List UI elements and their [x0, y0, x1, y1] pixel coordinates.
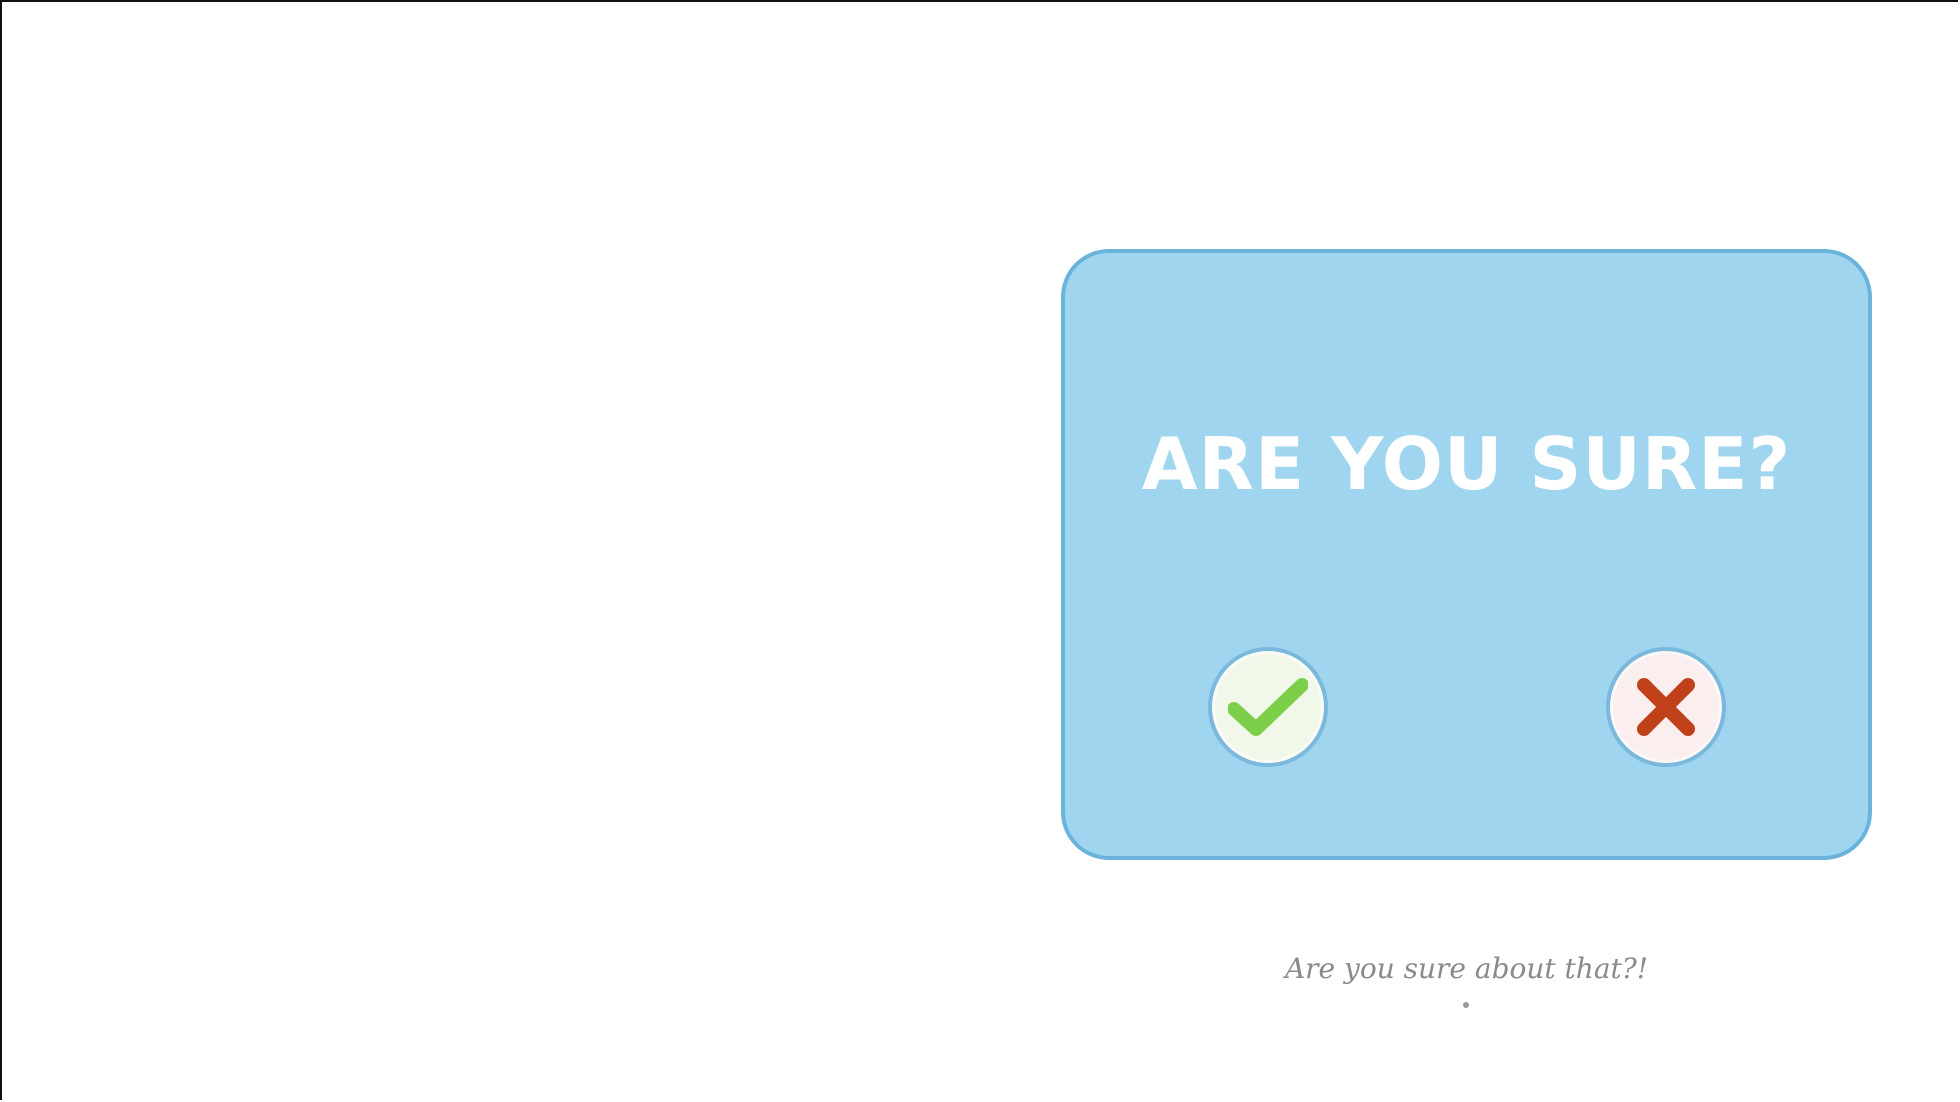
caption-dot	[1463, 1002, 1469, 1008]
confirm-button[interactable]	[1208, 647, 1328, 767]
caption-text: Are you sure about that?!	[1284, 952, 1649, 985]
check-icon	[1228, 678, 1308, 736]
x-icon	[1637, 678, 1695, 736]
page-canvas: ARE YOU SURE? Are you sure about that?!	[0, 0, 1958, 1100]
dialog-title: ARE YOU SURE?	[1141, 422, 1792, 506]
cancel-button[interactable]	[1606, 647, 1726, 767]
confirmation-dialog: ARE YOU SURE?	[1061, 249, 1872, 860]
